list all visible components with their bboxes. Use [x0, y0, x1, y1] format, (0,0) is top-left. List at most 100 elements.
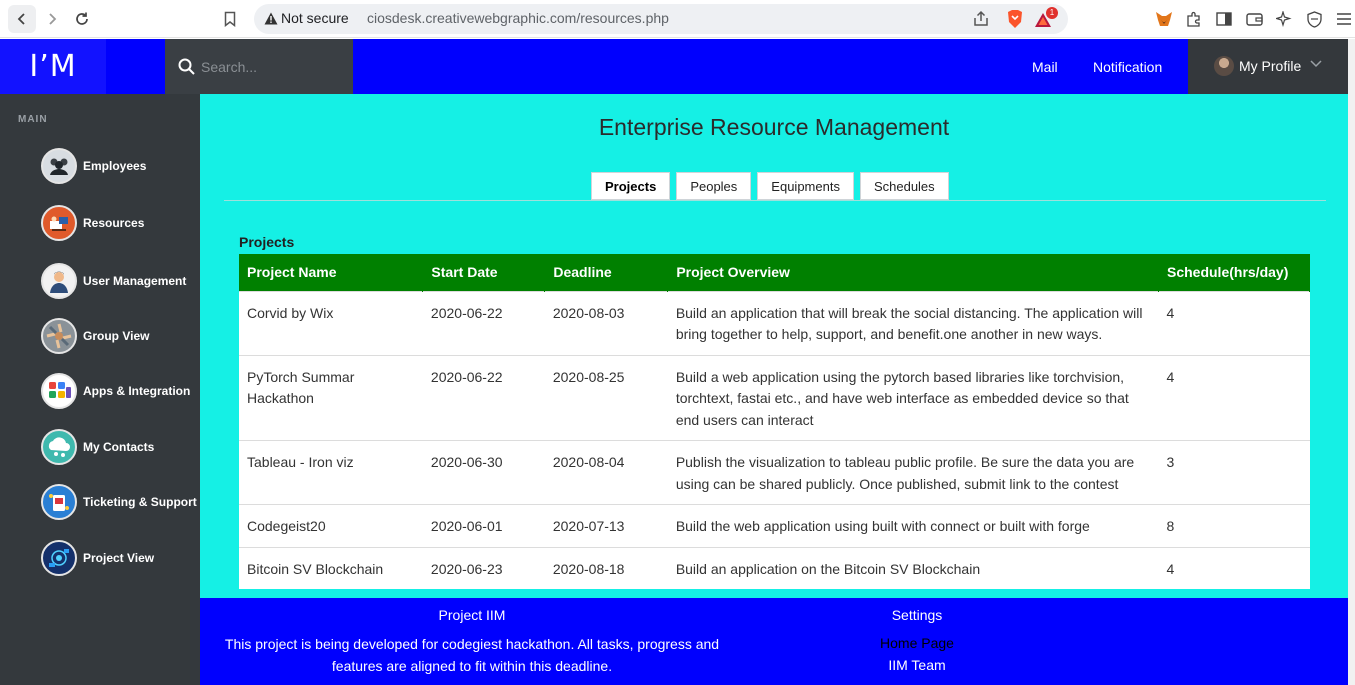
brave-shield-icon[interactable] [1006, 9, 1024, 29]
puzzle-icon [1187, 11, 1200, 27]
table-caption: Projects [239, 234, 295, 250]
notification-link[interactable]: Notification [1093, 59, 1162, 75]
sidebar-item-resources[interactable]: Resources [41, 205, 144, 241]
cell-schedule: 4 [1158, 290, 1310, 355]
home-page-link[interactable]: Home Page [817, 635, 1017, 651]
cell-overview: Build a web application using the pytorc… [667, 354, 1159, 441]
chevron-down-icon [1310, 60, 1322, 68]
cell-deadline: 2020-08-18 [544, 546, 668, 589]
fox-icon [1156, 12, 1172, 26]
project-view-icon [41, 540, 77, 576]
sidebar-item-label: Group View [83, 329, 150, 343]
page-title: Enterprise Resource Management [598, 114, 950, 140]
sidebar-panel-icon [1216, 12, 1232, 26]
tab-equipments[interactable]: Equipments [757, 172, 854, 200]
tab-divider [224, 200, 1326, 201]
wallet-button[interactable] [1243, 8, 1265, 30]
contacts-icon [41, 429, 77, 465]
search-box [165, 39, 353, 94]
cell-overview: Build an application on the Bitcoin SV B… [667, 546, 1159, 589]
user-management-icon [41, 263, 77, 299]
ticketing-icon [41, 484, 77, 520]
share-icon[interactable] [972, 10, 990, 28]
mail-link[interactable]: Mail [1032, 59, 1058, 75]
notification-count-badge: 1 [1046, 7, 1058, 19]
cell-deadline: 2020-08-25 [544, 354, 668, 441]
page-scrollbar[interactable] [1348, 39, 1355, 685]
sidebar-item-employees[interactable]: Employees [41, 148, 146, 184]
bookmark-button[interactable] [220, 8, 240, 30]
app-header: I’M Mail Notification My Profile [0, 39, 1355, 94]
column-header-project-name[interactable]: Project Name [239, 254, 424, 291]
sidebar-item-user-management[interactable]: User Management [41, 263, 186, 299]
column-header-schedule[interactable]: Schedule(hrs/day) [1158, 254, 1311, 291]
cell-start-date: 2020-06-22 [422, 354, 545, 441]
sidebar-item-label: Apps & Integration [83, 384, 191, 398]
cell-start-date: 2020-06-30 [422, 440, 545, 505]
sidebar-item-my-contacts[interactable]: My Contacts [41, 429, 154, 465]
sparkle-icon [1276, 11, 1292, 27]
metamask-extension[interactable] [1153, 8, 1175, 30]
cell-overview: Build an application that will break the… [667, 290, 1159, 355]
footer-title: Project IIM [438, 607, 506, 623]
tab-schedules[interactable]: Schedules [859, 172, 949, 200]
footer-settings-title: Settings [891, 607, 943, 623]
table-row[interactable]: Corvid by Wix 2020-06-22 2020-08-03 Buil… [239, 290, 1310, 355]
security-label[interactable]: Not secure [281, 10, 349, 26]
search-input[interactable] [201, 56, 341, 78]
search-icon[interactable] [178, 58, 195, 75]
url-text[interactable]: ciosdesk.creativewebgraphic.com/resource… [367, 10, 669, 26]
sidebar-item-apps-integration[interactable]: Apps & Integration [41, 373, 190, 409]
cell-overview: Build the web application using built wi… [667, 504, 1159, 547]
sidebar-item-project-view[interactable]: Project View [41, 540, 154, 576]
sidebar-item-label: Ticketing & Support [83, 495, 197, 509]
cell-project-name: Codegeist20 [239, 504, 423, 547]
bookmark-icon [224, 11, 236, 27]
wallet-icon [1245, 13, 1263, 26]
reload-icon [76, 12, 88, 25]
profile-menu[interactable]: My Profile [1188, 39, 1348, 94]
tab-bar: Projects Peoples Equipments Schedules [591, 172, 949, 200]
sidebar-item-label: My Contacts [83, 440, 155, 454]
table-header-row: Project Name Start Date Deadline Project… [239, 254, 1311, 291]
sidebar-toggle-button[interactable] [1213, 8, 1235, 30]
table-row[interactable]: PyTorch Summar Hackathon 2020-06-22 2020… [239, 354, 1310, 441]
cell-schedule: 4 [1158, 354, 1310, 441]
extensions-button[interactable] [1183, 8, 1205, 30]
cell-schedule: 4 [1158, 546, 1310, 589]
column-header-overview[interactable]: Project Overview [667, 254, 1159, 291]
forward-button[interactable] [38, 5, 66, 33]
vpn-button[interactable] [1303, 8, 1325, 30]
table-row[interactable]: Codegeist20 2020-06-01 2020-07-13 Build … [239, 504, 1310, 547]
rewards-button[interactable]: 1 [1034, 7, 1058, 30]
tab-peoples[interactable]: Peoples [676, 172, 752, 200]
cell-deadline: 2020-08-04 [544, 440, 668, 505]
cell-overview: Publish the visualization to tableau pub… [667, 440, 1159, 505]
column-header-start-date[interactable]: Start Date [422, 254, 546, 291]
column-header-deadline[interactable]: Deadline [544, 254, 669, 291]
logo[interactable]: I’M [0, 39, 106, 94]
leo-ai-button[interactable] [1273, 8, 1295, 30]
cell-project-name: Bitcoin SV Blockchain [239, 546, 423, 589]
footer: Project IIM This project is being develo… [200, 598, 1348, 685]
cell-start-date: 2020-06-01 [422, 504, 545, 547]
sidebar-item-label: User Management [83, 274, 187, 288]
back-button[interactable] [8, 5, 36, 33]
table-row[interactable]: Tableau - Iron viz 2020-06-30 2020-08-04… [239, 440, 1310, 505]
cell-project-name: PyTorch Summar Hackathon [239, 354, 423, 441]
sidebar-item-group-view[interactable]: Group View [41, 318, 149, 354]
tab-projects[interactable]: Projects [591, 172, 671, 200]
warning-icon [264, 12, 278, 25]
forward-arrow-icon [49, 13, 57, 25]
hamburger-icon [1337, 13, 1351, 25]
sidebar-item-ticketing-support[interactable]: Ticketing & Support [41, 484, 197, 520]
team-link[interactable]: IIM Team [817, 657, 1017, 673]
table-row[interactable]: Bitcoin SV Blockchain 2020-06-23 2020-08… [239, 546, 1310, 589]
address-bar[interactable]: Not secure ciosdesk.creativewebgraphic.c… [254, 4, 1068, 34]
resources-icon [41, 205, 77, 241]
group-view-icon [41, 318, 77, 354]
footer-description: This project is being developed for code… [224, 636, 720, 674]
avatar [1214, 56, 1234, 76]
reload-button[interactable] [68, 5, 96, 33]
menu-button[interactable] [1333, 8, 1355, 30]
